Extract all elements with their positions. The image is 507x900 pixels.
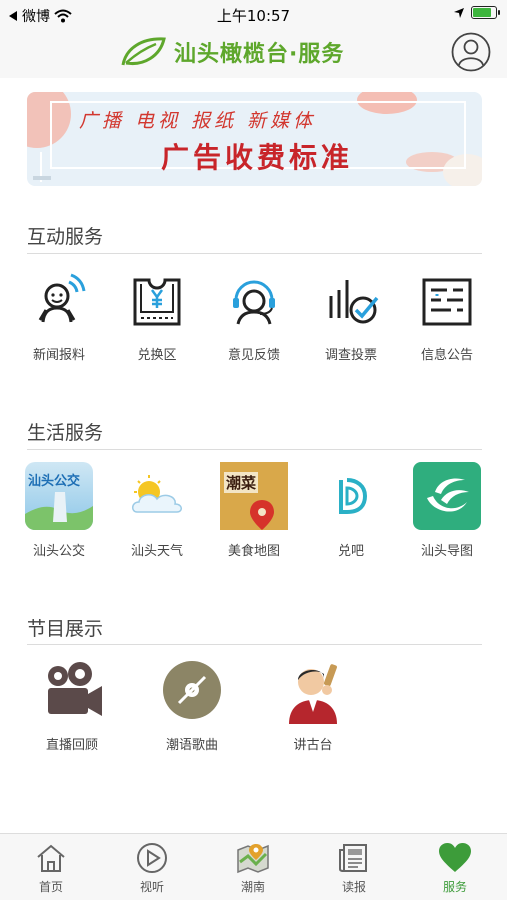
program-label: 潮语歌曲 (165, 738, 218, 753)
battery-icon (471, 6, 500, 19)
page-title: 汕头橄榄台·服务 (174, 42, 345, 67)
service-feedback[interactable]: 意见反馈 (209, 266, 299, 363)
location-arrow-icon (454, 7, 464, 18)
tab-label: 视听 (139, 880, 164, 894)
heart-icon (439, 843, 471, 872)
bottom-tab-bar: 首页 视听 潮南 读报 服务 (0, 833, 507, 900)
feedback-headset-icon (233, 280, 275, 325)
tab-newspaper[interactable]: 读报 (314, 840, 394, 895)
brand: 汕头橄榄台·服务 (120, 36, 344, 68)
bus-icon: 汕头公交 (25, 462, 93, 530)
status-bar: 微博 上午10:57 (0, 0, 507, 30)
program-label: 直播回顾 (45, 738, 98, 753)
section-title-programs: 节目展示 (27, 618, 104, 640)
status-time: 上午10:57 (216, 7, 291, 25)
program-chaozhou-songs[interactable]: 潮语歌曲 (147, 656, 237, 753)
service-vote[interactable]: 调查投票 (306, 266, 396, 363)
section-divider (27, 253, 482, 254)
reporter-icon (38, 273, 86, 323)
notice-icon (422, 278, 472, 326)
user-avatar-icon[interactable] (451, 32, 491, 72)
bus-scene (25, 492, 93, 530)
play-icon (137, 843, 167, 873)
ad-rates-banner[interactable]: 广播 电视 报纸 新媒体 广告收费标准 (27, 92, 482, 186)
weather-icon (132, 475, 182, 513)
banner-subtitle: 广播 电视 报纸 新媒体 (79, 110, 317, 132)
tab-services[interactable]: 服务 (415, 840, 495, 895)
duiba-icon (339, 478, 368, 514)
service-duiba[interactable]: 兑吧 (306, 462, 396, 559)
section-divider (27, 644, 482, 645)
service-bus[interactable]: 汕头公交 汕头公交 (14, 462, 104, 559)
service-weather[interactable]: 汕头天气 (112, 462, 202, 559)
disc-icon (163, 661, 221, 719)
service-label: 新闻报料 (32, 348, 85, 363)
program-storytelling[interactable]: 讲古台 (268, 656, 358, 753)
tab-chaonan[interactable]: 潮南 (213, 840, 293, 895)
program-label: 讲古台 (293, 738, 333, 753)
service-label: 美食地图 (227, 544, 280, 559)
vote-icon (329, 280, 379, 324)
map-icon (237, 844, 269, 874)
section-divider (27, 449, 482, 450)
service-notice[interactable]: 信息公告 (402, 266, 492, 363)
tab-label: 读报 (341, 880, 366, 894)
program-live-replay[interactable]: 直播回顾 (27, 656, 117, 753)
service-label: 汕头天气 (130, 544, 183, 559)
storyteller-icon (289, 664, 337, 724)
olive-leaf-logo-icon (121, 37, 166, 66)
section-title-interactive: 互动服务 (27, 226, 104, 248)
tab-label: 潮南 (240, 880, 265, 894)
service-guide-map[interactable]: 汕头导图 (402, 462, 492, 559)
guide-map-icon (427, 478, 469, 512)
service-label: 兑换区 (137, 348, 177, 363)
service-label: 汕头导图 (420, 544, 473, 559)
camera-icon (48, 662, 102, 716)
app-header: 汕头橄榄台·服务 (0, 30, 507, 78)
tab-label: 服务 (442, 880, 467, 894)
home-icon (37, 844, 65, 872)
service-label: 汕头公交 (32, 544, 85, 559)
service-label: 调查投票 (324, 348, 377, 363)
service-food-map[interactable]: 潮菜 美食地图 (209, 462, 299, 559)
battery-fill (473, 8, 491, 17)
exchange-ticket-icon (133, 278, 181, 326)
service-label: 意见反馈 (227, 348, 280, 363)
service-exchange[interactable]: 兑换区 (112, 266, 202, 363)
section-title-life: 生活服务 (27, 422, 104, 444)
service-news-tip[interactable]: 新闻报料 (14, 266, 104, 363)
tab-media[interactable]: 视听 (112, 840, 192, 895)
service-label: 信息公告 (420, 348, 473, 363)
banner-title: 广告收费标准 (161, 141, 354, 174)
food-map-icon: 潮菜 (220, 462, 288, 530)
newspaper-icon (339, 844, 367, 872)
service-label: 兑吧 (337, 544, 364, 559)
map-pin-shape (250, 500, 274, 530)
tab-label: 首页 (38, 880, 63, 894)
tab-home[interactable]: 首页 (11, 840, 91, 895)
